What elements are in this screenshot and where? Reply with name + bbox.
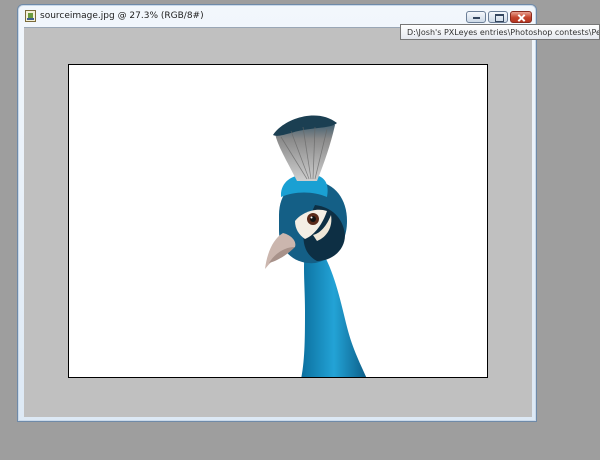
desktop: sourceimage.jpg @ 27.3% (RGB/8#) D:\Josh… xyxy=(0,0,600,460)
document-icon xyxy=(25,10,36,22)
canvas-area[interactable] xyxy=(24,27,532,417)
minimize-icon xyxy=(467,12,485,22)
maximize-icon xyxy=(489,12,507,22)
file-path-tooltip: D:\Josh's PXLeyes entries\Photoshop cont… xyxy=(400,24,600,40)
minimize-button[interactable] xyxy=(466,11,486,23)
document-window[interactable]: sourceimage.jpg @ 27.3% (RGB/8#) xyxy=(17,4,537,422)
maximize-button[interactable] xyxy=(488,11,508,23)
close-button[interactable] xyxy=(510,11,532,23)
peacock-image xyxy=(265,115,367,377)
window-title: sourceimage.jpg @ 27.3% (RGB/8#) xyxy=(40,11,204,21)
close-icon xyxy=(511,12,531,22)
document-canvas[interactable] xyxy=(68,64,488,378)
